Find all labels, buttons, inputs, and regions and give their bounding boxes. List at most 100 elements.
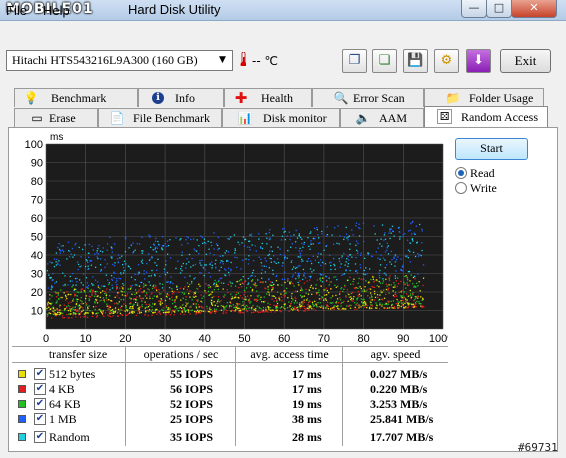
data-point-4-kb [116,302,118,305]
data-point-4-kb [239,295,241,297]
data-point-1-mb [76,277,78,280]
data-point-random [389,261,391,263]
data-point-64-kb [293,285,295,287]
data-point-512-bytes [413,306,416,308]
data-point-512-bytes [415,296,417,298]
data-point-512-bytes [376,307,378,309]
data-point-1-mb [400,269,402,271]
data-point-64-kb [186,282,189,284]
data-point-64-kb [177,309,180,312]
maximize-button[interactable]: □ [486,0,512,18]
copy-screen-button[interactable]: ❏ [372,49,397,73]
start-button[interactable]: Start [455,138,528,160]
data-point-1-mb [261,269,263,271]
tab-aam[interactable]: 🔈 AAM [340,108,424,127]
y-axis-ticks: 100908070605040302010 [25,139,43,318]
data-point-1-mb [255,250,257,252]
data-point-random [157,258,159,261]
data-point-random [387,253,390,255]
write-radio[interactable] [455,182,467,194]
tab-random-access[interactable]: ⚄ Random Access [424,106,548,128]
data-point-512-bytes [352,298,355,300]
close-button[interactable]: ✕ [511,0,557,18]
data-point-4-kb [256,295,258,297]
series-checkbox[interactable]: ✔ [34,368,46,380]
drive-select[interactable]: Hitachi HTS543216L9A300 (160 GB) ▼ [6,50,233,71]
data-point-random [62,245,64,247]
data-point-512-bytes [254,284,256,286]
data-point-64-kb [191,282,193,284]
data-point-64-kb [379,282,382,284]
data-point-512-bytes [238,297,240,299]
tab-error-scan[interactable]: 🔍 Error Scan [312,88,424,107]
data-point-1-mb [158,244,160,247]
data-point-512-bytes [129,312,131,314]
tab-disk-monitor[interactable]: 📊 Disk monitor [222,108,340,127]
data-point-64-kb [268,292,271,294]
download-button[interactable]: ⬇ [466,49,491,73]
data-point-4-kb [278,296,280,298]
data-point-512-bytes [312,287,314,289]
data-point-random [119,257,121,259]
data-point-random [270,258,272,260]
data-point-4-kb [349,276,351,278]
data-point-4-kb [200,294,202,296]
exit-button[interactable]: Exit [500,49,551,73]
write-radio-label[interactable]: Write [470,181,497,196]
data-point-1-mb [378,274,381,277]
data-point-random [161,247,163,249]
data-point-4-kb [63,316,66,319]
data-point-512-bytes [265,309,267,311]
data-point-512-bytes [392,286,395,288]
data-point-4-kb [189,290,191,292]
data-point-4-kb [115,285,118,288]
data-point-1-mb [269,257,271,260]
data-point-512-bytes [254,308,257,310]
tab-folder-usage[interactable]: 📁 Folder Usage [424,88,544,107]
tab-health[interactable]: ✚ Health [224,88,312,107]
data-point-512-bytes [194,310,196,313]
series-checkbox[interactable]: ✔ [34,398,46,410]
row-operations: 52 IOPS [170,397,214,411]
data-point-512-bytes [290,308,292,310]
data-point-4-kb [303,301,305,303]
data-point-random [134,249,136,251]
read-radio[interactable] [455,167,467,179]
data-point-random [207,240,209,243]
data-point-random [295,278,297,280]
data-point-64-kb [86,309,88,311]
data-point-64-kb [249,302,251,304]
data-point-1-mb [185,238,187,241]
menu-file[interactable]: File [6,3,27,18]
data-point-4-kb [162,307,165,309]
data-point-4-kb [118,310,121,312]
menu-help[interactable]: Help [43,3,70,18]
data-point-64-kb [123,291,125,293]
series-checkbox[interactable]: ✔ [34,383,46,395]
options-button[interactable]: ⚙ [434,49,459,73]
data-point-random [162,245,165,247]
data-point-4-kb [169,307,171,309]
data-point-4-kb [72,314,74,316]
series-checkbox[interactable]: ✔ [34,431,46,443]
save-button[interactable]: 💾 [403,49,428,73]
data-point-512-bytes [114,310,117,312]
folder-icon: 📁 [445,91,461,105]
data-point-1-mb [303,272,306,274]
data-point-4-kb [329,281,331,283]
series-checkbox[interactable]: ✔ [34,413,46,425]
tab-benchmark[interactable]: 💡 Benchmark [14,88,138,107]
copy-info-button[interactable]: ❐ [342,49,367,73]
data-point-512-bytes [330,288,332,290]
minimize-button[interactable]: — [461,0,487,18]
data-point-4-kb [309,279,311,281]
read-radio-label[interactable]: Read [470,166,495,181]
data-point-512-bytes [359,286,361,288]
data-point-512-bytes [354,306,356,308]
tab-info[interactable]: ℹ Info [138,88,224,107]
data-point-random [110,275,113,277]
tab-file-benchmark[interactable]: 📄 File Benchmark [98,108,222,127]
tab-erase[interactable]: ▭ Erase [14,108,98,127]
data-point-512-bytes [176,288,178,291]
data-point-64-kb [80,296,82,299]
